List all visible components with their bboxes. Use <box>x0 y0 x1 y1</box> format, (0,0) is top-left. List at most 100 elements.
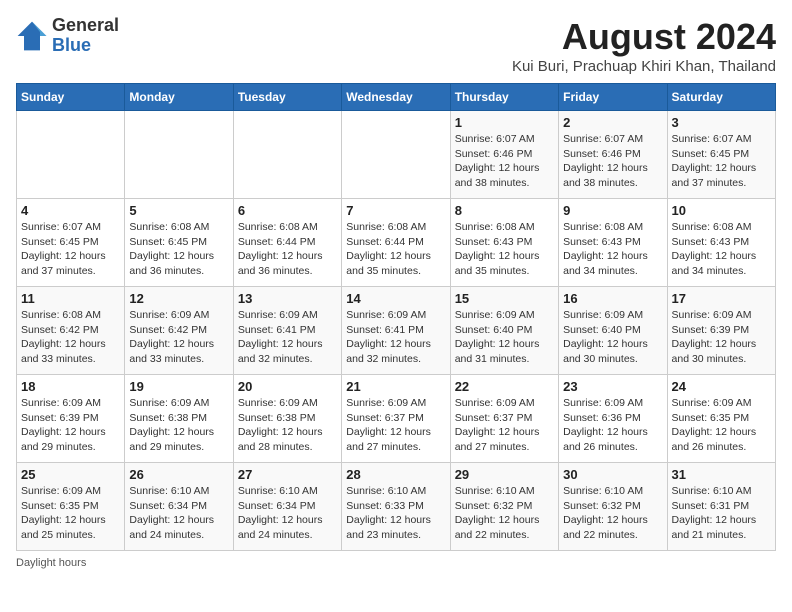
day-info: Sunrise: 6:09 AM Sunset: 6:39 PM Dayligh… <box>21 396 120 455</box>
day-number: 7 <box>346 203 445 218</box>
location: Kui Buri, Prachuap Khiri Khan, Thailand <box>512 58 776 75</box>
day-info: Sunrise: 6:08 AM Sunset: 6:43 PM Dayligh… <box>563 220 662 279</box>
day-number: 16 <box>563 291 662 306</box>
day-info: Sunrise: 6:09 AM Sunset: 6:35 PM Dayligh… <box>672 396 771 455</box>
calendar-cell: 22 Sunrise: 6:09 AM Sunset: 6:37 PM Dayli… <box>450 375 558 463</box>
calendar-week-row: 11 Sunrise: 6:08 AM Sunset: 6:42 PM Dayli… <box>17 287 776 375</box>
calendar-header-wednesday: Wednesday <box>342 84 450 111</box>
day-number: 17 <box>672 291 771 306</box>
calendar-cell: 21 Sunrise: 6:09 AM Sunset: 6:37 PM Dayli… <box>342 375 450 463</box>
calendar-header-tuesday: Tuesday <box>233 84 341 111</box>
calendar-cell: 16 Sunrise: 6:09 AM Sunset: 6:40 PM Dayli… <box>559 287 667 375</box>
calendar-cell: 7Sunrise: 6:08 AM Sunset: 6:44 PM Daylig… <box>342 199 450 287</box>
calendar-header-thursday: Thursday <box>450 84 558 111</box>
calendar-cell: 18 Sunrise: 6:09 AM Sunset: 6:39 PM Dayli… <box>17 375 125 463</box>
calendar-cell: 29Sunrise: 6:10 AM Sunset: 6:32 PM Dayli… <box>450 463 558 551</box>
day-number: 8 <box>455 203 554 218</box>
calendar-cell: 17 Sunrise: 6:09 AM Sunset: 6:39 PM Dayli… <box>667 287 775 375</box>
day-info: Sunrise: 6:09 AM Sunset: 6:36 PM Dayligh… <box>563 396 662 455</box>
calendar-cell: 23 Sunrise: 6:09 AM Sunset: 6:36 PM Dayli… <box>559 375 667 463</box>
day-number: 10 <box>672 203 771 218</box>
day-info: Sunrise: 6:10 AM Sunset: 6:34 PM Dayligh… <box>129 484 228 543</box>
day-number: 11 <box>21 291 120 306</box>
calendar-cell: 1 Sunrise: 6:07 AM Sunset: 6:46 PM Daylig… <box>450 111 558 199</box>
day-number: 27 <box>238 467 337 482</box>
day-number: 12 <box>129 291 228 306</box>
day-number: 29 <box>455 467 554 482</box>
logo: General Blue <box>16 16 119 56</box>
day-number: 18 <box>21 379 120 394</box>
day-info: Sunrise: 6:09 AM Sunset: 6:37 PM Dayligh… <box>455 396 554 455</box>
day-number: 4 <box>21 203 120 218</box>
day-number: 5 <box>129 203 228 218</box>
day-info: Sunrise: 6:09 AM Sunset: 6:41 PM Dayligh… <box>346 308 445 367</box>
day-number: 19 <box>129 379 228 394</box>
day-number: 9 <box>563 203 662 218</box>
title-area: August 2024 Kui Buri, Prachuap Khiri Kha… <box>512 16 776 75</box>
calendar-cell <box>125 111 233 199</box>
calendar-cell: 20Sunrise: 6:09 AM Sunset: 6:38 PM Dayli… <box>233 375 341 463</box>
day-info: Sunrise: 6:10 AM Sunset: 6:33 PM Dayligh… <box>346 484 445 543</box>
day-info: Sunrise: 6:10 AM Sunset: 6:32 PM Dayligh… <box>563 484 662 543</box>
day-number: 15 <box>455 291 554 306</box>
calendar-header-row: SundayMondayTuesdayWednesdayThursdayFrid… <box>17 84 776 111</box>
calendar-cell: 5Sunrise: 6:08 AM Sunset: 6:45 PM Daylig… <box>125 199 233 287</box>
day-info: Sunrise: 6:08 AM Sunset: 6:43 PM Dayligh… <box>455 220 554 279</box>
calendar-cell: 27 Sunrise: 6:10 AM Sunset: 6:34 PM Dayli… <box>233 463 341 551</box>
day-number: 23 <box>563 379 662 394</box>
day-number: 13 <box>238 291 337 306</box>
day-info: Sunrise: 6:09 AM Sunset: 6:41 PM Dayligh… <box>238 308 337 367</box>
day-info: Sunrise: 6:07 AM Sunset: 6:45 PM Dayligh… <box>21 220 120 279</box>
day-info: Sunrise: 6:09 AM Sunset: 6:38 PM Dayligh… <box>238 396 337 455</box>
day-number: 6 <box>238 203 337 218</box>
calendar-cell: 19Sunrise: 6:09 AM Sunset: 6:38 PM Dayli… <box>125 375 233 463</box>
calendar-header-saturday: Saturday <box>667 84 775 111</box>
calendar-cell: 11 Sunrise: 6:08 AM Sunset: 6:42 PM Dayli… <box>17 287 125 375</box>
calendar-cell: 2Sunrise: 6:07 AM Sunset: 6:46 PM Daylig… <box>559 111 667 199</box>
day-info: Sunrise: 6:09 AM Sunset: 6:42 PM Dayligh… <box>129 308 228 367</box>
calendar-cell <box>233 111 341 199</box>
day-info: Sunrise: 6:08 AM Sunset: 6:43 PM Dayligh… <box>672 220 771 279</box>
calendar-week-row: 18 Sunrise: 6:09 AM Sunset: 6:39 PM Dayli… <box>17 375 776 463</box>
day-number: 24 <box>672 379 771 394</box>
calendar-cell: 6 Sunrise: 6:08 AM Sunset: 6:44 PM Daylig… <box>233 199 341 287</box>
day-info: Sunrise: 6:09 AM Sunset: 6:39 PM Dayligh… <box>672 308 771 367</box>
day-info: Sunrise: 6:09 AM Sunset: 6:35 PM Dayligh… <box>21 484 120 543</box>
calendar-cell: 9 Sunrise: 6:08 AM Sunset: 6:43 PM Daylig… <box>559 199 667 287</box>
month-title: August 2024 <box>512 16 776 58</box>
day-number: 30 <box>563 467 662 482</box>
day-info: Sunrise: 6:08 AM Sunset: 6:44 PM Dayligh… <box>238 220 337 279</box>
day-info: Sunrise: 6:07 AM Sunset: 6:45 PM Dayligh… <box>672 132 771 191</box>
calendar-cell: 15Sunrise: 6:09 AM Sunset: 6:40 PM Dayli… <box>450 287 558 375</box>
day-info: Sunrise: 6:07 AM Sunset: 6:46 PM Dayligh… <box>455 132 554 191</box>
calendar-header-friday: Friday <box>559 84 667 111</box>
calendar-week-row: 1 Sunrise: 6:07 AM Sunset: 6:46 PM Daylig… <box>17 111 776 199</box>
day-info: Sunrise: 6:08 AM Sunset: 6:42 PM Dayligh… <box>21 308 120 367</box>
calendar-cell: 26 Sunrise: 6:10 AM Sunset: 6:34 PM Dayli… <box>125 463 233 551</box>
footer-note: Daylight hours <box>16 557 776 569</box>
footer-text: Daylight hours <box>16 557 86 569</box>
calendar-cell: 31Sunrise: 6:10 AM Sunset: 6:31 PM Dayli… <box>667 463 775 551</box>
day-number: 14 <box>346 291 445 306</box>
day-number: 22 <box>455 379 554 394</box>
day-info: Sunrise: 6:09 AM Sunset: 6:37 PM Dayligh… <box>346 396 445 455</box>
calendar-cell: 4 Sunrise: 6:07 AM Sunset: 6:45 PM Daylig… <box>17 199 125 287</box>
day-info: Sunrise: 6:10 AM Sunset: 6:34 PM Dayligh… <box>238 484 337 543</box>
calendar-cell: 13 Sunrise: 6:09 AM Sunset: 6:41 PM Dayli… <box>233 287 341 375</box>
header: General Blue August 2024 Kui Buri, Prach… <box>16 16 776 75</box>
calendar-cell <box>17 111 125 199</box>
logo-text: General Blue <box>52 16 119 56</box>
day-number: 25 <box>21 467 120 482</box>
day-number: 28 <box>346 467 445 482</box>
logo-blue: Blue <box>52 35 91 55</box>
day-number: 1 <box>455 115 554 130</box>
calendar-cell: 14 Sunrise: 6:09 AM Sunset: 6:41 PM Dayli… <box>342 287 450 375</box>
calendar-cell: 30 Sunrise: 6:10 AM Sunset: 6:32 PM Dayli… <box>559 463 667 551</box>
day-info: Sunrise: 6:09 AM Sunset: 6:40 PM Dayligh… <box>563 308 662 367</box>
calendar-header-sunday: Sunday <box>17 84 125 111</box>
day-number: 26 <box>129 467 228 482</box>
day-number: 31 <box>672 467 771 482</box>
day-number: 21 <box>346 379 445 394</box>
day-info: Sunrise: 6:07 AM Sunset: 6:46 PM Dayligh… <box>563 132 662 191</box>
calendar-cell: 8 Sunrise: 6:08 AM Sunset: 6:43 PM Daylig… <box>450 199 558 287</box>
